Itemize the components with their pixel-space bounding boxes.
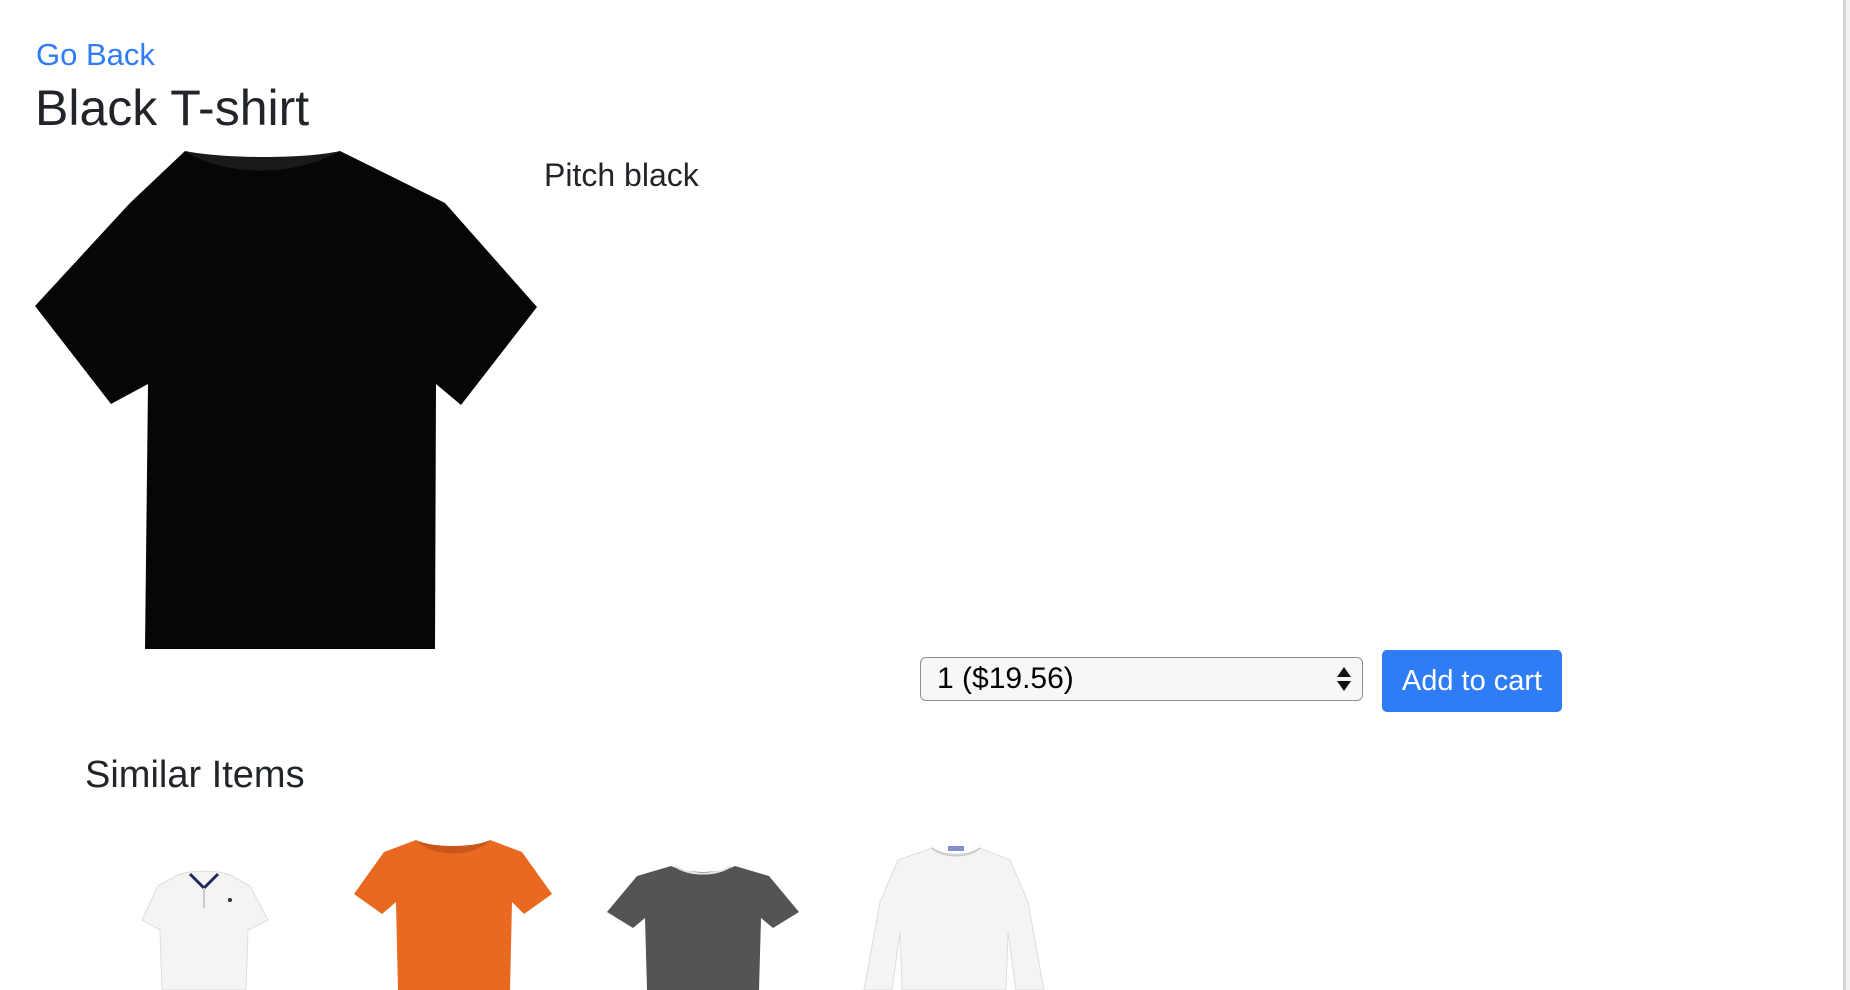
gray-tshirt-image (607, 865, 799, 990)
scrollbar-thumb[interactable] (1843, 0, 1846, 990)
product-title: Black T-shirt (35, 80, 310, 136)
select-arrows-icon (1337, 667, 1351, 691)
go-back-link[interactable]: Go Back (36, 36, 155, 74)
scrollbar[interactable] (1843, 0, 1850, 990)
quantity-select[interactable]: 1 ($19.56) (920, 657, 1363, 701)
similar-item-white-long-sleeve[interactable] (860, 842, 1050, 990)
product-description: Pitch black (544, 157, 699, 193)
add-to-cart-button[interactable]: Add to cart (1382, 650, 1562, 712)
white-polo-shirt-image (141, 870, 269, 990)
quantity-select-value: 1 ($19.56) (937, 662, 1074, 695)
similar-items-heading: Similar Items (85, 754, 305, 796)
orange-tshirt-image (354, 840, 552, 990)
white-long-sleeve-shirt-image (863, 846, 1045, 990)
similar-item-white-polo[interactable] (130, 860, 280, 990)
similar-item-gray-tshirt[interactable] (605, 862, 801, 990)
product-page: Go Back Black T-shirt Pitch black 1 ($19… (0, 0, 1850, 990)
black-tshirt-image (35, 151, 537, 649)
similar-item-orange-tshirt[interactable] (354, 836, 554, 990)
